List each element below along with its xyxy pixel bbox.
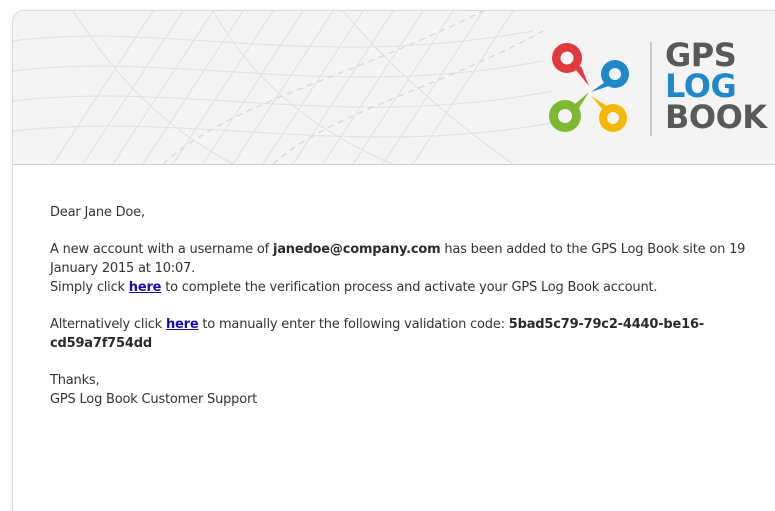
signature-text: GPS Log Book Customer Support bbox=[50, 392, 258, 407]
logo-pins-icon bbox=[549, 43, 629, 132]
sign-off: Thanks, GPS Log Book Customer Support bbox=[50, 371, 760, 409]
logo-line-book: BOOK bbox=[665, 98, 767, 136]
username: janedoe@company.com bbox=[272, 242, 441, 257]
validation-paragraph: Alternatively click here to manually ent… bbox=[50, 315, 760, 353]
verify-text-after: to complete the verification process and… bbox=[161, 280, 658, 295]
account-text-before: A new account with a username of bbox=[50, 242, 273, 257]
verify-paragraph: Simply click here to complete the verifi… bbox=[50, 278, 760, 297]
logo-divider bbox=[650, 42, 652, 136]
email-header-banner: GPS LOG BOOK bbox=[13, 11, 775, 165]
account-paragraph: A new account with a username of janedoe… bbox=[50, 240, 760, 278]
logo-wordmark: GPS LOG BOOK bbox=[665, 39, 767, 136]
gps-log-book-logo: GPS LOG BOOK bbox=[543, 36, 773, 146]
manual-entry-here-link[interactable]: here bbox=[166, 317, 199, 332]
thanks-text: Thanks, bbox=[50, 373, 100, 388]
verify-text-before: Simply click bbox=[50, 280, 129, 295]
greeting: Dear Jane Doe, bbox=[50, 205, 145, 220]
email-body: Dear Jane Doe, A new account with a user… bbox=[50, 203, 760, 427]
verify-here-link[interactable]: here bbox=[129, 280, 162, 295]
validation-text-after: to manually enter the following validati… bbox=[198, 317, 509, 332]
validation-text-before: Alternatively click bbox=[50, 317, 166, 332]
email-card: GPS LOG BOOK Dear Jane Doe, A new accoun… bbox=[12, 10, 775, 511]
